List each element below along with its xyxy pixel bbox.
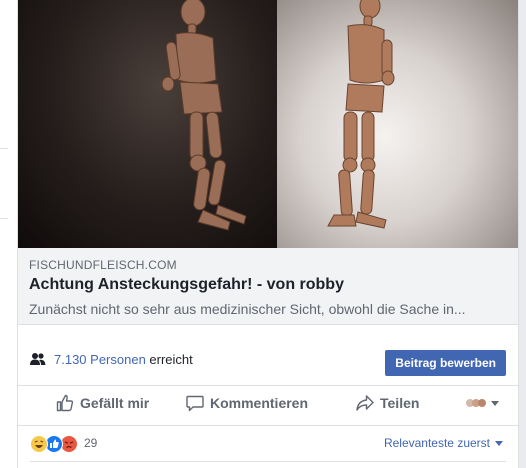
page-avatars-icon — [466, 399, 486, 407]
reach-suffix: erreicht — [145, 352, 193, 367]
share-button[interactable]: Teilen — [356, 394, 419, 412]
chevron-down-icon — [491, 401, 499, 406]
comment-icon — [186, 395, 204, 412]
like-label: Gefällt mir — [80, 395, 150, 411]
promote-post-button[interactable]: Beitrag bewerben — [385, 350, 506, 376]
link-preview-image[interactable] — [18, 0, 518, 248]
divider — [0, 218, 8, 219]
reach-count-link[interactable]: 7.130 Personen — [54, 352, 146, 367]
link-preview-box[interactable]: FISCHUNDFLEISCH.COM Achtung Ansteckungsg… — [18, 248, 518, 325]
comment-sort-dropdown[interactable]: Relevanteste zuerst — [384, 436, 504, 450]
audience-selector[interactable] — [465, 397, 500, 409]
wooden-mannequins-illustration — [161, 0, 395, 231]
divider — [0, 148, 8, 149]
link-domain: FISCHUNDFLEISCH.COM — [29, 258, 177, 272]
share-icon — [356, 395, 374, 411]
thumbs-up-icon — [56, 394, 74, 412]
reaction-icons[interactable] — [30, 435, 78, 453]
reactions-row: 29 Relevanteste zuerst — [18, 425, 518, 461]
page-left-edge — [0, 0, 17, 468]
share-label: Teilen — [380, 395, 420, 411]
reach-text: 7.130 Personen erreicht — [54, 352, 193, 367]
reach-row: 7.130 Personen erreicht Beitrag bewerben — [18, 340, 518, 386]
chevron-down-icon — [495, 441, 503, 446]
divider — [30, 461, 506, 462]
link-title[interactable]: Achtung Ansteckungsgefahr! - von robby — [29, 276, 344, 294]
people-icon — [30, 352, 46, 371]
post-card: FISCHUNDFLEISCH.COM Achtung Ansteckungsg… — [17, 0, 519, 468]
haha-icon — [30, 435, 48, 453]
like-button[interactable]: Gefällt mir — [56, 394, 149, 412]
reaction-count[interactable]: 29 — [84, 436, 97, 450]
sort-label: Relevanteste zuerst — [383, 436, 490, 450]
comment-label: Kommentieren — [210, 395, 309, 411]
post-actions-bar: Gefällt mir Kommentieren Teilen — [18, 385, 518, 426]
link-description: Zunächst nicht so sehr aus medizinischer… — [29, 301, 466, 317]
comment-button[interactable]: Kommentieren — [186, 394, 308, 412]
